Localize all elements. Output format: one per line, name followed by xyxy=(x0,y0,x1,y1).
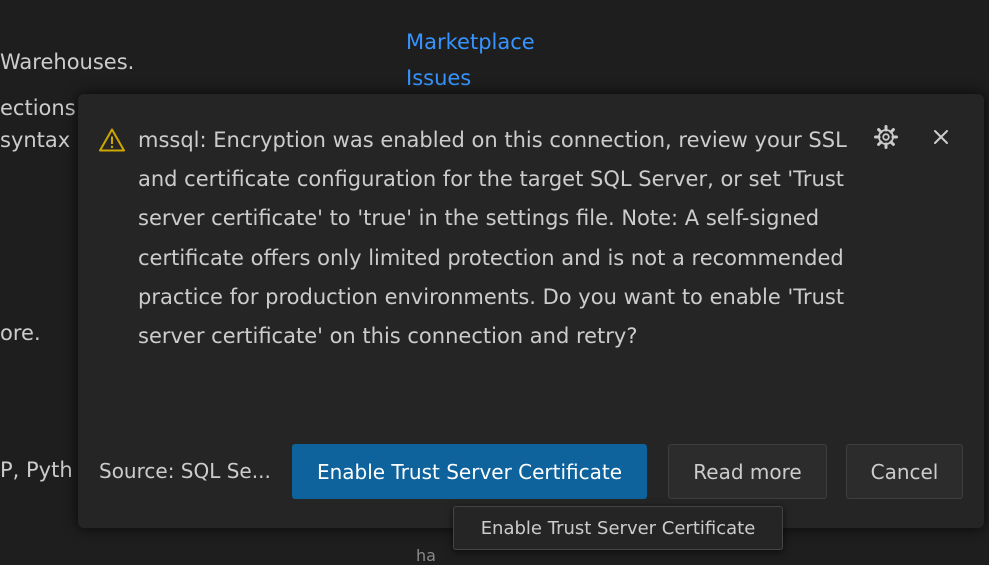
background-text-bottom-fragment: ha xyxy=(416,546,436,565)
warning-icon xyxy=(99,128,125,152)
background-text-pyth: P, Pyth xyxy=(0,458,73,482)
gear-icon[interactable] xyxy=(873,124,899,150)
background-text-warehouses: Warehouses. xyxy=(0,50,135,74)
marketplace-link[interactable]: Marketplace xyxy=(406,30,535,54)
issues-link[interactable]: Issues xyxy=(406,66,471,90)
enable-trust-server-certificate-button[interactable]: Enable Trust Server Certificate xyxy=(292,444,647,499)
read-more-button[interactable]: Read more xyxy=(668,444,827,499)
background-text-ections: ections xyxy=(0,96,76,120)
close-icon[interactable] xyxy=(931,127,951,147)
cancel-button[interactable]: Cancel xyxy=(846,444,963,499)
notification-toast: mssql: Encryption was enabled on this co… xyxy=(78,94,984,528)
notification-source: Source: SQL Se... xyxy=(99,459,271,483)
button-tooltip: Enable Trust Server Certificate xyxy=(453,506,783,550)
background-text-ore: ore. xyxy=(0,321,41,345)
background-text-syntax: syntax xyxy=(0,128,71,152)
notification-message: mssql: Encryption was enabled on this co… xyxy=(138,128,847,349)
